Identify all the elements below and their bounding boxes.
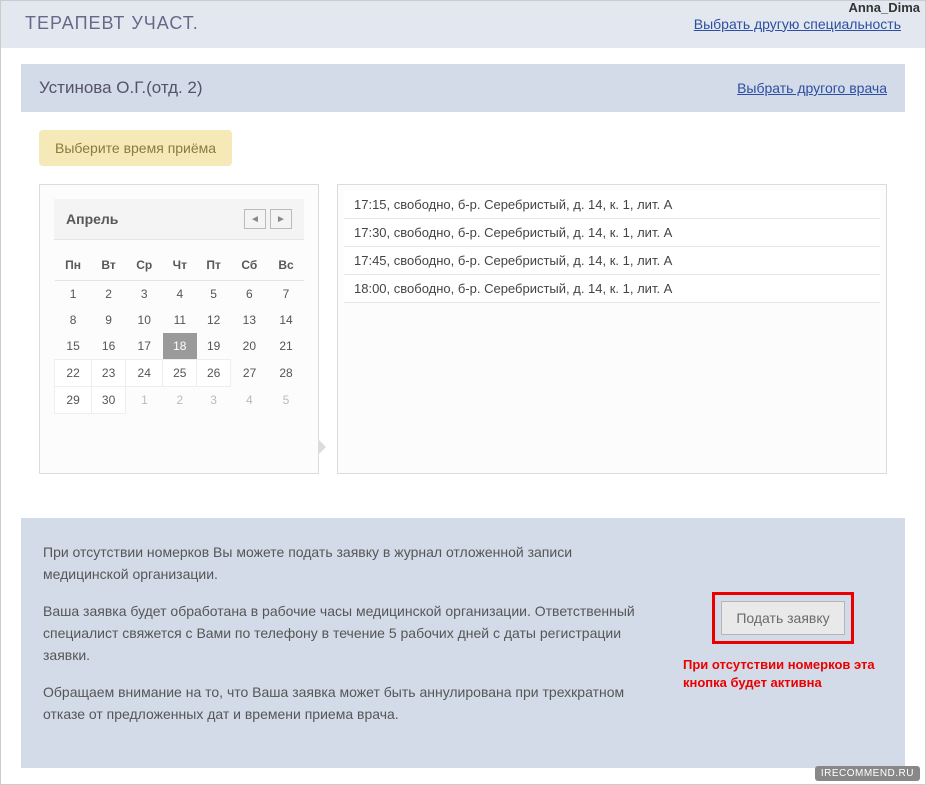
calendar-weekday: Чт [163,250,197,281]
app-container: ТЕРАПЕВТ УЧАСТ. Выбрать другую специальн… [0,0,926,785]
deferred-request-box: При отсутствии номерков Вы можете подать… [21,518,905,768]
calendar-weekday: Ср [125,250,163,281]
calendar-day[interactable]: 18 [163,333,197,360]
timeslots-panel: 17:15, свободно, б-р. Серебристый, д. 14… [337,184,887,474]
submit-hint-text: При отсутствии номерков эта кнопка будет… [683,656,883,691]
calendar-day[interactable]: 23 [92,360,126,387]
calendar-day[interactable]: 25 [163,360,197,387]
watermark-site: IRECOMMEND.RU [815,766,920,781]
calendar-nav: ◄ ► [244,209,292,229]
calendar-day[interactable]: 6 [231,281,268,308]
calendar-day[interactable]: 19 [197,333,231,360]
note-paragraph-2: Ваша заявка будет обработана в рабочие ч… [43,601,653,666]
timeslot-item[interactable]: 18:00, свободно, б-р. Серебристый, д. 14… [344,275,880,303]
deferred-request-action: Подать заявку При отсутствии номерков эт… [683,542,883,742]
calendar-day[interactable]: 3 [125,281,163,308]
speciality-header: ТЕРАПЕВТ УЧАСТ. Выбрать другую специальн… [1,1,925,48]
calendar-day[interactable]: 22 [55,360,92,387]
calendar-day[interactable]: 4 [163,281,197,308]
main-content: Выберите время приёма Апрель ◄ ► ПнВтСрЧ… [21,112,905,502]
calendar-day[interactable]: 16 [92,333,126,360]
calendar-day[interactable]: 3 [197,387,231,414]
calendar-day[interactable]: 30 [92,387,126,414]
calendar-panel: Апрель ◄ ► ПнВтСрЧтПтСбВс 12345678910111… [39,184,319,474]
calendar-day[interactable]: 2 [163,387,197,414]
calendar-day[interactable]: 8 [55,307,92,333]
calendar-day[interactable]: 2 [92,281,126,308]
submit-request-button[interactable]: Подать заявку [721,601,844,635]
calendar-weekday: Пт [197,250,231,281]
panels: Апрель ◄ ► ПнВтСрЧтПтСбВс 12345678910111… [39,184,887,474]
calendar-weekday: Пн [55,250,92,281]
calendar-day[interactable]: 24 [125,360,163,387]
next-month-button[interactable]: ► [270,209,292,229]
calendar-day[interactable]: 9 [92,307,126,333]
timeslot-item[interactable]: 17:15, свободно, б-р. Серебристый, д. 14… [344,191,880,219]
calendar-day[interactable]: 13 [231,307,268,333]
calendar-day[interactable]: 11 [163,307,197,333]
select-time-badge: Выберите время приёма [39,130,232,166]
calendar-day[interactable]: 26 [197,360,231,387]
calendar-day[interactable]: 21 [268,333,304,360]
calendar-day[interactable]: 5 [268,387,304,414]
calendar-day[interactable]: 20 [231,333,268,360]
calendar-month-row: Апрель ◄ ► [54,199,304,240]
calendar-day[interactable]: 7 [268,281,304,308]
deferred-request-text: При отсутствии номерков Вы можете подать… [43,542,653,742]
prev-month-button[interactable]: ◄ [244,209,266,229]
calendar-day[interactable]: 28 [268,360,304,387]
speciality-title: ТЕРАПЕВТ УЧАСТ. [25,13,199,34]
calendar-day[interactable]: 15 [55,333,92,360]
calendar-day[interactable]: 17 [125,333,163,360]
calendar-table: ПнВтСрЧтПтСбВс 1234567891011121314151617… [54,250,304,414]
calendar-day[interactable]: 14 [268,307,304,333]
calendar-day[interactable]: 5 [197,281,231,308]
calendar-weekday: Вт [92,250,126,281]
calendar-weekday: Сб [231,250,268,281]
calendar-month-name: Апрель [66,211,118,227]
calendar-day[interactable]: 1 [125,387,163,414]
doctor-name: Устинова О.Г.(отд. 2) [39,78,203,98]
submit-highlight-frame: Подать заявку [712,592,853,644]
calendar-day[interactable]: 29 [55,387,92,414]
calendar-day[interactable]: 27 [231,360,268,387]
calendar-day[interactable]: 12 [197,307,231,333]
change-speciality-link[interactable]: Выбрать другую специальность [694,16,901,32]
calendar-day[interactable]: 10 [125,307,163,333]
timeslot-item[interactable]: 17:30, свободно, б-р. Серебристый, д. 14… [344,219,880,247]
calendar-day[interactable]: 4 [231,387,268,414]
note-paragraph-3: Обращаем внимание на то, что Ваша заявка… [43,682,653,725]
watermark-user: Anna_Dima [848,0,920,15]
doctor-header: Устинова О.Г.(отд. 2) Выбрать другого вр… [21,64,905,112]
calendar-weekday: Вс [268,250,304,281]
note-paragraph-1: При отсутствии номерков Вы можете подать… [43,542,653,585]
calendar-day[interactable]: 1 [55,281,92,308]
timeslot-item[interactable]: 17:45, свободно, б-р. Серебристый, д. 14… [344,247,880,275]
change-doctor-link[interactable]: Выбрать другого врача [737,80,887,96]
